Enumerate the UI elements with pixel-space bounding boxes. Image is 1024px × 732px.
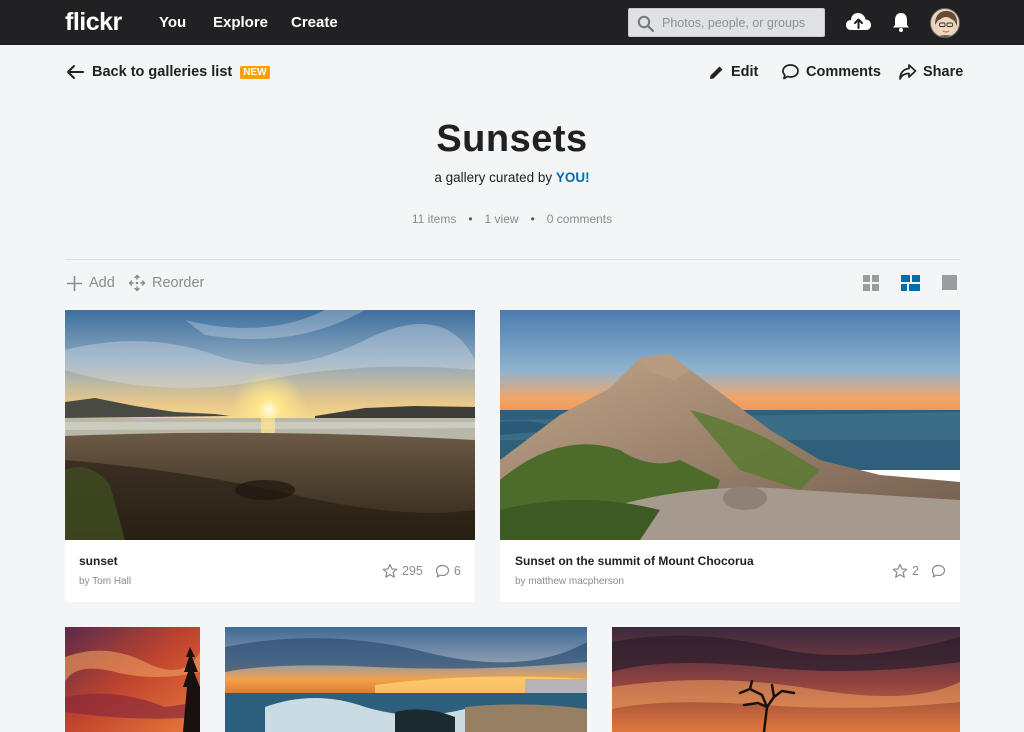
- photo-tree-silhouette[interactable]: [612, 627, 960, 732]
- photo-beach-sunset[interactable]: [65, 310, 475, 540]
- user-avatar[interactable]: [930, 8, 960, 38]
- notifications-bell-icon[interactable]: [892, 12, 910, 32]
- photo-stats: 2: [892, 563, 950, 579]
- plus-icon: [67, 275, 82, 291]
- share-button[interactable]: Share: [898, 62, 963, 82]
- search-input[interactable]: [662, 12, 820, 34]
- share-label: Share: [923, 64, 964, 80]
- separator-dot: •: [468, 212, 473, 226]
- photo-mountain-summit[interactable]: [500, 310, 960, 540]
- separator-dot: •: [530, 212, 535, 226]
- speech-bubble-icon: [782, 64, 799, 80]
- add-label: Add: [89, 275, 115, 291]
- justified-view-icon[interactable]: [901, 275, 920, 291]
- new-badge: NEW: [240, 65, 270, 79]
- single-view-icon[interactable]: [942, 275, 957, 290]
- star-icon: [382, 563, 398, 578]
- comment-bubble-icon: [931, 564, 946, 578]
- fave-count: 295: [402, 564, 423, 578]
- flickr-logo[interactable]: flickr: [65, 8, 122, 37]
- comments-button[interactable]: Comments: [781, 62, 881, 82]
- comment-count: 6: [453, 564, 461, 578]
- fave-count: 2: [912, 564, 919, 578]
- fave-button[interactable]: 2: [892, 563, 919, 579]
- gallery-subtitle: a gallery curated by YOU!: [0, 170, 1024, 185]
- back-link-label: Back to galleries list: [92, 64, 233, 80]
- reorder-label: Reorder: [152, 275, 205, 291]
- comment-bubble-icon: [435, 564, 449, 578]
- curated-by-text: a gallery curated by: [434, 170, 553, 185]
- reorder-button[interactable]: Reorder: [128, 273, 204, 293]
- star-icon: [892, 563, 908, 578]
- edit-button[interactable]: Edit: [708, 62, 758, 82]
- gallery-sub-bar: Back to galleries list NEW Edit Comments…: [0, 45, 1024, 98]
- photo-author[interactable]: by Tom Hall: [79, 576, 131, 587]
- arrow-left-icon: [67, 65, 84, 79]
- pencil-icon: [710, 66, 723, 79]
- photo-card[interactable]: Sunset on the summit of Mount Chocorua b…: [500, 310, 960, 602]
- top-nav-bar: flickr You Explore Create: [0, 0, 1024, 45]
- grid-view-icon[interactable]: [863, 275, 879, 291]
- move-arrows-icon: [128, 274, 146, 292]
- comment-count: 0 comments: [546, 212, 613, 226]
- comments-label: Comments: [806, 64, 881, 80]
- photo-card[interactable]: sunset by Tom Hall 295 6: [65, 310, 475, 602]
- nav-explore[interactable]: Explore: [213, 14, 268, 31]
- photo-title[interactable]: Sunset on the summit of Mount Chocorua: [515, 554, 754, 568]
- share-arrow-icon: [899, 64, 917, 80]
- gallery-title: Sunsets: [436, 118, 588, 160]
- edit-label: Edit: [731, 64, 759, 80]
- comment-button[interactable]: 6: [435, 564, 461, 579]
- item-count: 11 items: [411, 212, 457, 226]
- search-icon: [637, 15, 655, 33]
- view-count: 1 view: [484, 212, 519, 226]
- curator-link[interactable]: YOU!: [556, 170, 590, 185]
- nav-you[interactable]: You: [159, 14, 186, 31]
- nav-create[interactable]: Create: [291, 14, 338, 31]
- back-to-galleries-link[interactable]: Back to galleries list NEW: [66, 62, 270, 82]
- fave-button[interactable]: 295: [382, 563, 423, 579]
- gallery-stats: 11 items • 1 view • 0 comments: [0, 212, 1024, 226]
- photo-stats: 295 6: [382, 563, 461, 579]
- comment-button[interactable]: [931, 564, 950, 579]
- photo-author[interactable]: by matthew macpherson: [515, 576, 624, 587]
- photo-title[interactable]: sunset: [79, 554, 118, 568]
- add-button[interactable]: Add: [66, 273, 115, 293]
- search-box[interactable]: [628, 8, 825, 37]
- upload-cloud-icon[interactable]: [845, 11, 872, 33]
- photo-ocean-waves[interactable]: [225, 627, 587, 732]
- photo-red-clouds[interactable]: [65, 627, 200, 732]
- header-divider: [65, 259, 960, 260]
